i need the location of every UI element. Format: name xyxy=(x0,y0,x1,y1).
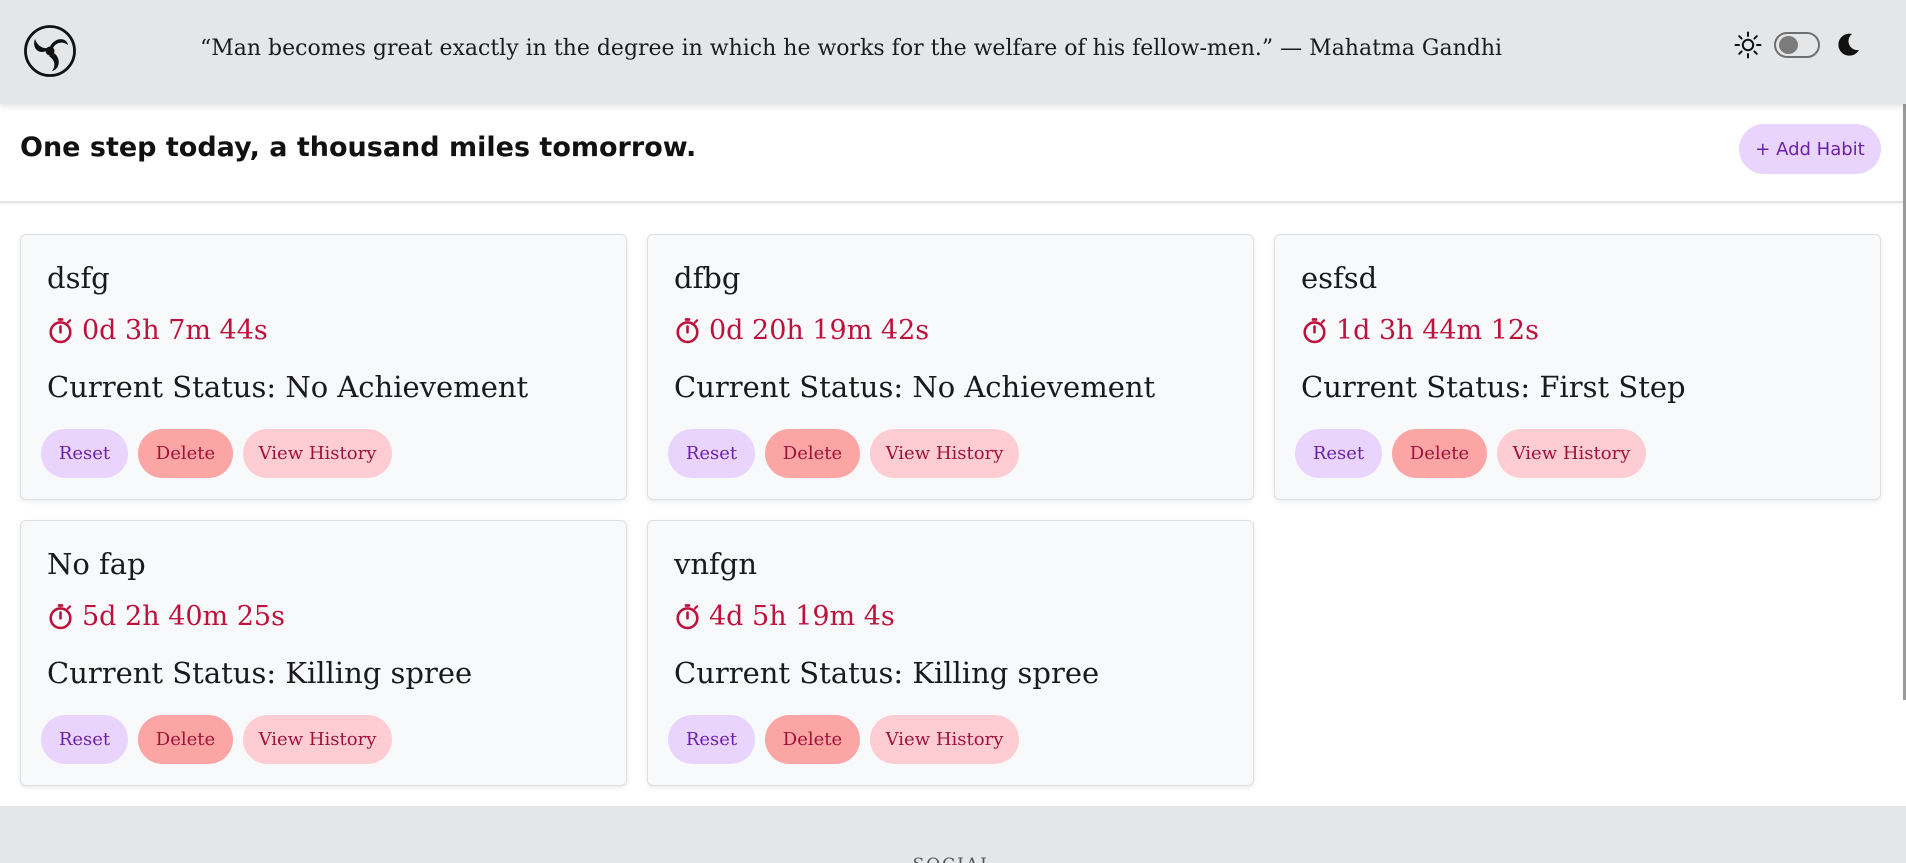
stopwatch-icon xyxy=(49,318,72,344)
card-actions: Reset Delete View History xyxy=(41,429,392,478)
habit-grid: dsfg 0d 3h 7m 44s Current Status: No Ach… xyxy=(20,234,1882,786)
delete-button[interactable]: Delete xyxy=(765,429,860,478)
header-quote: “Man becomes great exactly in the degree… xyxy=(200,36,1503,61)
habit-elapsed: 0d 20h 19m 42s xyxy=(709,315,930,346)
stopwatch-icon xyxy=(49,604,72,630)
habit-status: Current Status: No Achievement xyxy=(47,370,529,404)
view-history-button[interactable]: View History xyxy=(870,429,1019,478)
habit-status: Current Status: No Achievement xyxy=(674,370,1156,404)
delete-button[interactable]: Delete xyxy=(138,429,233,478)
habit-card: vnfgn 4d 5h 19m 4s Current Status: Killi… xyxy=(647,520,1254,786)
delete-button[interactable]: Delete xyxy=(1392,429,1487,478)
habit-status: Current Status: Killing spree xyxy=(674,656,1100,690)
habit-card: dsfg 0d 3h 7m 44s Current Status: No Ach… xyxy=(20,234,627,500)
habit-card: esfsd 1d 3h 44m 12s Current Status: Firs… xyxy=(1274,234,1881,500)
swirl-logo-icon[interactable] xyxy=(23,24,77,78)
reset-button[interactable]: Reset xyxy=(41,429,128,478)
reset-button[interactable]: Reset xyxy=(41,715,128,764)
add-habit-button[interactable]: + Add Habit xyxy=(1739,124,1881,174)
reset-button[interactable]: Reset xyxy=(668,429,755,478)
habit-elapsed: 4d 5h 19m 4s xyxy=(709,601,895,632)
habit-name: vnfgn xyxy=(674,547,758,581)
habit-elapsed: 1d 3h 44m 12s xyxy=(1336,315,1539,346)
habit-timer: 4d 5h 19m 4s xyxy=(674,601,895,632)
view-history-button[interactable]: View History xyxy=(243,715,392,764)
page-headline: One step today, a thousand miles tomorro… xyxy=(20,132,697,163)
toggle-knob xyxy=(1779,36,1798,54)
divider xyxy=(0,201,1906,203)
habit-status: Current Status: Killing spree xyxy=(47,656,473,690)
card-actions: Reset Delete View History xyxy=(41,715,392,764)
footer: SOCIAL xyxy=(0,806,1906,863)
stopwatch-icon xyxy=(676,318,699,344)
stopwatch-icon xyxy=(676,604,699,630)
habit-card: No fap 5d 2h 40m 25s Current Status: Kil… xyxy=(20,520,627,786)
view-history-button[interactable]: View History xyxy=(243,429,392,478)
footer-social-heading: SOCIAL xyxy=(0,855,1906,863)
card-actions: Reset Delete View History xyxy=(1295,429,1646,478)
habit-name: esfsd xyxy=(1301,261,1378,295)
moon-icon xyxy=(1838,33,1859,56)
habit-card: dfbg 0d 20h 19m 42s Current Status: No A… xyxy=(647,234,1254,500)
delete-button[interactable]: Delete xyxy=(138,715,233,764)
stopwatch-icon xyxy=(1303,318,1326,344)
habit-timer: 1d 3h 44m 12s xyxy=(1301,315,1539,346)
habit-elapsed: 0d 3h 7m 44s xyxy=(82,315,268,346)
top-bar: “Man becomes great exactly in the degree… xyxy=(0,0,1906,104)
card-actions: Reset Delete View History xyxy=(668,715,1019,764)
habit-timer: 0d 3h 7m 44s xyxy=(47,315,268,346)
habit-name: dfbg xyxy=(674,261,741,295)
habit-timer: 5d 2h 40m 25s xyxy=(47,601,285,632)
view-history-button[interactable]: View History xyxy=(1497,429,1646,478)
habit-elapsed: 5d 2h 40m 25s xyxy=(82,601,285,632)
habit-timer: 0d 20h 19m 42s xyxy=(674,315,929,346)
habit-name: dsfg xyxy=(47,261,110,295)
reset-button[interactable]: Reset xyxy=(668,715,755,764)
view-history-button[interactable]: View History xyxy=(870,715,1019,764)
habit-status: Current Status: First Step xyxy=(1301,370,1686,404)
reset-button[interactable]: Reset xyxy=(1295,429,1382,478)
card-actions: Reset Delete View History xyxy=(668,429,1019,478)
delete-button[interactable]: Delete xyxy=(765,715,860,764)
habit-name: No fap xyxy=(47,547,146,581)
dark-mode-toggle[interactable] xyxy=(1774,32,1820,58)
sun-icon xyxy=(1734,31,1762,59)
